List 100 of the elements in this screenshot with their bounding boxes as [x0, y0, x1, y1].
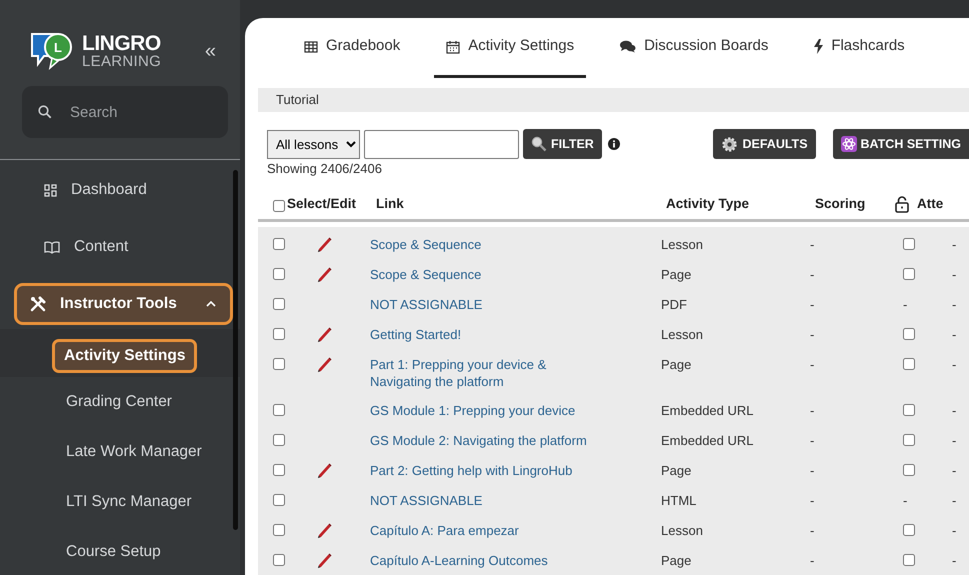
table-cell-text: Embedded URL — [661, 402, 754, 420]
activity-link[interactable]: Part 2: Getting help with LingroHub — [370, 462, 605, 479]
sidebar-item[interactable]: Instructor Tools — [14, 283, 233, 325]
pencil-icon[interactable] — [316, 522, 332, 538]
activity-link[interactable]: NOT ASSIGNABLE — [370, 296, 605, 313]
row-checkbox[interactable] — [273, 524, 285, 536]
activity-link[interactable]: GS Module 1: Prepping your device — [370, 402, 605, 419]
table-cell-text: - — [810, 326, 816, 344]
activity-link[interactable]: Scope & Sequence — [370, 266, 605, 283]
table-cell-text: - — [810, 522, 816, 540]
table-cell-text: - — [952, 356, 958, 374]
row-checkbox[interactable] — [273, 238, 285, 250]
row-checkbox[interactable] — [273, 404, 285, 416]
table-cell-text: Lesson — [661, 236, 704, 254]
lock-checkbox[interactable] — [903, 238, 915, 250]
lock-checkbox[interactable] — [903, 554, 915, 566]
row-checkbox[interactable] — [273, 328, 285, 340]
caret-icon — [206, 301, 216, 307]
tab[interactable]: Flashcards — [802, 18, 917, 78]
tab[interactable]: Gradebook — [292, 18, 412, 78]
lesson-select[interactable]: All lessons — [267, 130, 360, 158]
row-checkbox[interactable] — [273, 358, 285, 370]
table-cell-text: - — [952, 522, 958, 540]
table-cell-text: - — [810, 402, 816, 420]
row-checkbox[interactable] — [273, 298, 285, 310]
submenu-item[interactable]: LTI Sync Manager — [64, 487, 194, 517]
table-cell-text: - — [952, 326, 958, 344]
column-header: Atte — [917, 195, 944, 214]
pencil-icon[interactable] — [316, 552, 332, 568]
lock-checkbox[interactable] — [903, 464, 915, 476]
defaults-button[interactable]: DEFAULTS — [713, 129, 816, 159]
submenu-item[interactable]: Course Setup — [64, 537, 163, 567]
activity-link[interactable]: Capítulo A-Learning Outcomes — [370, 552, 605, 569]
submenu-item[interactable]: Late Work Manager — [64, 437, 204, 467]
activity-link[interactable]: NOT ASSIGNABLE — [370, 492, 605, 509]
showing-count: Showing 2406/2406 — [266, 161, 383, 177]
pencil-icon[interactable] — [316, 462, 332, 478]
logo-title: LINGRO — [82, 34, 162, 54]
table-cell-text: - — [952, 402, 958, 420]
table-cell-text: - — [952, 432, 958, 450]
select-all-checkbox[interactable] — [273, 200, 285, 212]
table-icon — [304, 40, 318, 52]
filter-button[interactable]: FILTER — [523, 129, 602, 159]
lock-checkbox[interactable] — [903, 434, 915, 446]
activity-link[interactable]: Part 1: Prepping your device & Navigating the platform — [370, 356, 605, 390]
filter-input[interactable] — [364, 130, 519, 158]
pencil-icon[interactable] — [316, 356, 332, 372]
row-checkbox[interactable] — [273, 434, 285, 446]
table-cell-text: - — [952, 492, 958, 510]
table-cell-text: - — [810, 492, 816, 510]
table-cell-text: - — [810, 296, 816, 314]
activity-link[interactable]: Getting Started! — [370, 326, 605, 343]
gear-icon — [721, 136, 738, 152]
sidebar-item[interactable]: Dashboard — [14, 169, 233, 211]
table-cell-text: PDF — [661, 296, 688, 314]
table-cell-text: - — [810, 356, 816, 374]
tab[interactable]: Discussion Boards — [608, 18, 780, 78]
table-cell-text: - — [810, 552, 816, 570]
chat-icon — [620, 40, 636, 53]
pencil-icon[interactable] — [316, 236, 332, 252]
table-cell-text: - — [952, 236, 958, 254]
batch-settings-button[interactable]: BATCH SETTING — [832, 129, 969, 159]
activity-link[interactable]: Scope & Sequence — [370, 236, 605, 253]
row-checkbox[interactable] — [273, 268, 285, 280]
table-cell-text: - — [810, 236, 816, 254]
lock-checkbox[interactable] — [903, 328, 915, 340]
row-checkbox[interactable] — [273, 494, 285, 506]
search-icon — [531, 136, 547, 152]
search-field[interactable]: Search — [22, 86, 228, 138]
collapse-button[interactable]: « — [204, 36, 216, 66]
row-checkbox[interactable] — [273, 464, 285, 476]
submenu-item[interactable]: Activity Settings — [52, 338, 198, 372]
pencil-icon[interactable] — [316, 266, 332, 282]
lock-icon — [895, 196, 909, 213]
table-cell-text: - — [810, 432, 816, 450]
table-cell-text: Embedded URL — [661, 432, 754, 450]
calendar-icon — [446, 40, 460, 54]
atom-icon — [840, 136, 857, 152]
activity-link[interactable]: GS Module 2: Navigating the platform — [370, 432, 605, 449]
table-cell-text: - — [810, 462, 816, 480]
lock-checkbox[interactable] — [903, 404, 915, 416]
submenu-item[interactable]: Grading Center — [64, 387, 174, 417]
tab[interactable]: Activity Settings — [434, 18, 586, 78]
breadcrumb[interactable]: Tutorial — [276, 90, 319, 110]
sidebar-item[interactable]: Content — [14, 226, 233, 268]
table-cell: - — [903, 493, 908, 508]
lock-checkbox[interactable] — [903, 524, 915, 536]
lock-checkbox[interactable] — [903, 358, 915, 370]
lock-checkbox[interactable] — [903, 268, 915, 280]
activity-link[interactable]: Capítulo A: Para empezar — [370, 522, 605, 539]
table-cell-text: Page — [661, 462, 692, 480]
dashboard-icon — [44, 184, 57, 196]
row-checkbox[interactable] — [273, 554, 285, 566]
column-header: Select/Edit — [287, 195, 356, 214]
info-icon[interactable] — [608, 138, 620, 150]
table-cell-text: Page — [661, 266, 692, 284]
column-header: Scoring — [814, 195, 866, 214]
logo-subtitle: LEARNING — [82, 54, 162, 68]
pencil-icon[interactable] — [316, 326, 332, 342]
table-cell-text: HTML — [661, 492, 698, 510]
